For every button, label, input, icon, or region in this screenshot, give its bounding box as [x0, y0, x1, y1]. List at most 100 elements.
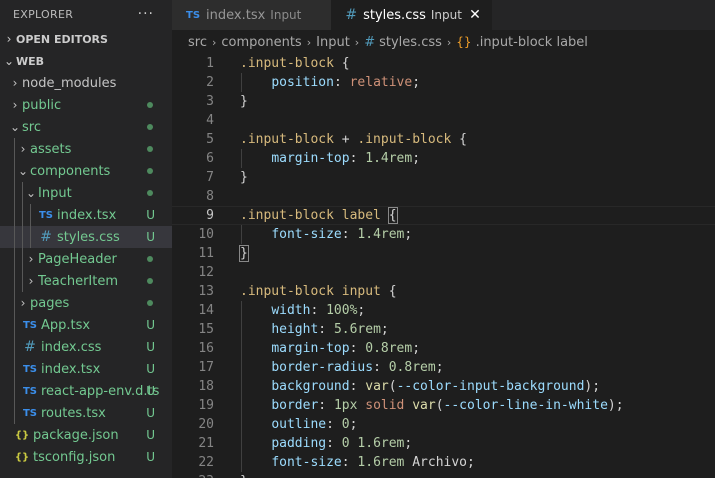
code-line[interactable]: 8 [172, 187, 715, 206]
code-line[interactable]: 12 [172, 263, 715, 282]
code-line[interactable]: 22 font-size: 1.6rem Archivo; [172, 453, 715, 472]
git-modified-dot-icon [147, 190, 153, 196]
breadcrumb-src[interactable]: src [188, 35, 207, 50]
tree-file[interactable]: {} package.json U [0, 424, 172, 446]
code-line[interactable]: 16 margin-top: 0.8rem; [172, 339, 715, 358]
tree-folder[interactable]: › node_modules [0, 72, 172, 94]
indent-guide [14, 292, 15, 314]
line-number: 13 [198, 284, 214, 299]
tree-file[interactable]: TS react-app-env.d.ts U [0, 380, 172, 402]
close-icon[interactable]: ✕ [468, 7, 482, 23]
code-line[interactable]: 15 height: 5.6rem; [172, 320, 715, 339]
line-number: 20 [198, 417, 214, 432]
tree-folder[interactable]: › TeacherItem [0, 270, 172, 292]
code-editor[interactable]: 1 .input-block {2 position: relative; 3} 4 5… [172, 54, 715, 478]
code-line[interactable]: 11} [172, 244, 715, 263]
code-line[interactable]: 1 .input-block { [172, 54, 715, 73]
code-token: : [318, 322, 334, 337]
git-status-badge: U [146, 428, 155, 442]
tab-bar: TS index.tsx Input # styles.css Input ✕ [172, 0, 715, 30]
line-number: 9 [206, 208, 214, 223]
code-line[interactable]: 13 .input-block input { [172, 282, 715, 301]
code-token: font-size [271, 455, 342, 470]
code-token: ; [412, 341, 421, 356]
code-token: } [240, 170, 248, 185]
code-token: .input-block input [240, 284, 381, 299]
tree-folder[interactable]: ⌄ src [0, 116, 172, 138]
code-token: } [240, 94, 248, 109]
code-token: 0.8rem [388, 360, 436, 375]
chevron-right-icon: › [20, 142, 26, 156]
code-line[interactable]: 23} [172, 472, 715, 478]
code-line[interactable]: 9 .input-block label { [172, 206, 715, 225]
more-actions-icon[interactable]: ··· [138, 6, 154, 22]
code-line[interactable]: 3} [172, 92, 715, 111]
code-line[interactable]: 7} [172, 168, 715, 187]
tree-folder[interactable]: ⌄ components [0, 160, 172, 182]
line-number: 6 [206, 151, 214, 166]
code-line[interactable]: 2 position: relative; [172, 73, 715, 92]
tree-folder[interactable]: › assets [0, 138, 172, 160]
tree-file[interactable]: TS index.tsx U [0, 204, 172, 226]
code-text: height: 5.6rem; [214, 320, 388, 339]
code-text: width: 100%; [214, 301, 365, 320]
code-text: border-radius: 0.8rem; [214, 358, 443, 377]
tab-styles-css[interactable]: # styles.css Input ✕ [331, 0, 492, 30]
chevron-right-icon: › [12, 98, 18, 112]
indent-guide [14, 358, 15, 380]
code-line[interactable]: 14 width: 100%; [172, 301, 715, 320]
ts-file-icon: TS [22, 319, 38, 331]
code-line[interactable]: 18 background: var(--color-input-backgro… [172, 377, 715, 396]
tree-file[interactable]: TS App.tsx U [0, 314, 172, 336]
workspace-section[interactable]: ⌄ WEB [0, 50, 172, 72]
tree-file[interactable]: # styles.css U [0, 226, 172, 248]
code-token: { [333, 56, 350, 71]
line-number: 21 [198, 436, 214, 451]
tab-label: index.tsx [206, 7, 266, 23]
code-line[interactable]: 17 border-radius: 0.8rem; [172, 358, 715, 377]
code-token: 100% [326, 303, 358, 318]
line-number: 23 [172, 472, 214, 478]
breadcrumb-input[interactable]: Input [316, 35, 350, 50]
git-status-badge: U [146, 384, 155, 398]
code-token: : [349, 341, 366, 356]
indent-guide [14, 204, 15, 226]
tree-folder[interactable]: › pages [0, 292, 172, 314]
code-line[interactable]: 6 margin-top: 1.4rem; [172, 149, 715, 168]
code-line[interactable]: 19 border: 1px solid var(--color-line-in… [172, 396, 715, 415]
tree-file[interactable]: TS index.tsx U [0, 358, 172, 380]
tree-file[interactable]: {} tsconfig.json U [0, 446, 172, 468]
breadcrumb-file[interactable]: styles.css [379, 35, 442, 50]
css-file-icon: # [364, 34, 376, 50]
chevron-right-icon: › [12, 76, 18, 90]
code-line[interactable]: 5 .input-block + .input-block { [172, 130, 715, 149]
code-text: } [214, 168, 248, 187]
code-line[interactable]: 21 padding: 0 1.6rem; [172, 434, 715, 453]
json-file-icon: {} [14, 429, 30, 441]
breadcrumb-components[interactable]: components [221, 35, 301, 50]
code-token: { [380, 284, 397, 299]
code-token: 0.8rem [365, 341, 413, 356]
chevron-down-icon: ⌄ [9, 120, 21, 134]
code-text: } [214, 472, 248, 478]
code-line[interactable]: 20 outline: 0; [172, 415, 715, 434]
code-token: --color-input-background [396, 379, 585, 394]
open-editors-section[interactable]: › OPEN EDITORS [0, 28, 172, 50]
code-line[interactable]: 10 font-size: 1.4rem; [172, 225, 715, 244]
css-file-icon: # [345, 7, 358, 23]
code-token: solid [365, 398, 405, 413]
code-token: } [240, 474, 248, 478]
tree-folder[interactable]: › public [0, 94, 172, 116]
code-text: position: relative; [214, 73, 420, 92]
code-text: outline: 0; [214, 415, 357, 434]
tree-folder[interactable]: ⌄ Input [0, 182, 172, 204]
tree-folder[interactable]: › PageHeader [0, 248, 172, 270]
tree-file[interactable]: # index.css U [0, 336, 172, 358]
git-status-badge: U [146, 340, 155, 354]
tree-file[interactable]: TS routes.tsx U [0, 402, 172, 424]
breadcrumb-symbol[interactable]: .input-block label [476, 35, 588, 50]
tab-index-tsx[interactable]: TS index.tsx Input [172, 0, 332, 30]
indent-guide [22, 248, 23, 270]
code-line[interactable]: 4 [172, 111, 715, 130]
